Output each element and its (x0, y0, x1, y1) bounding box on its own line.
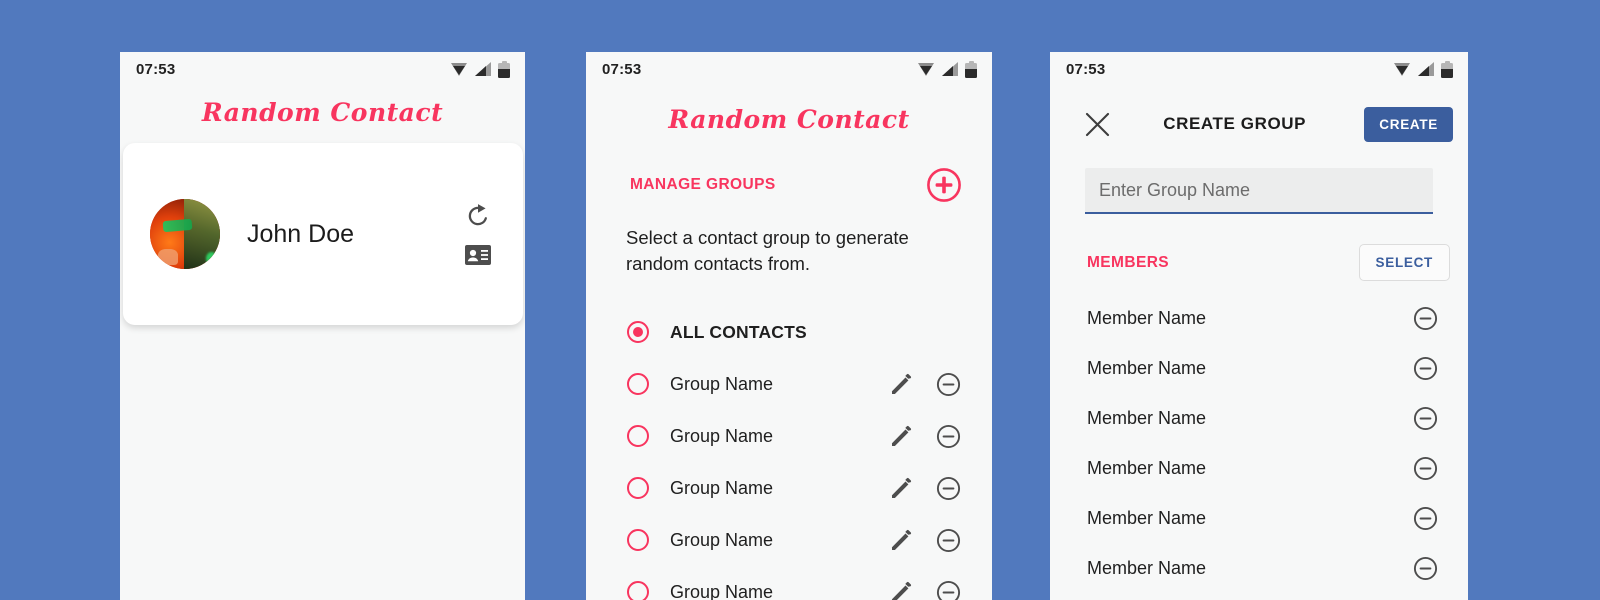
manage-groups-description: Select a contact group to generate rando… (626, 227, 909, 274)
status-time: 07:53 (602, 60, 642, 78)
member-name: Member Name (1087, 507, 1207, 528)
contact-name: John Doe (247, 219, 355, 248)
radio-button[interactable] (627, 529, 649, 552)
group-row-actions (889, 372, 961, 397)
refresh-icon[interactable] (465, 203, 491, 229)
phone-screen-create-group: 07:53 CREATE GROUP CREATE MEMBERS (1050, 52, 1468, 600)
phone-screen-manage-groups: 07:53 Random Contact MANAGE GROUPS Selec… (586, 52, 992, 600)
member-row[interactable]: Member Name (1050, 343, 1468, 393)
member-row[interactable]: Member Name (1050, 493, 1468, 543)
cell-signal-icon (1418, 62, 1434, 76)
app-brand-title: Random Contact (668, 105, 910, 134)
remove-circle-icon[interactable] (1413, 556, 1438, 581)
edit-pencil-icon[interactable] (889, 372, 914, 397)
remove-circle-icon[interactable] (936, 476, 961, 501)
group-row-actions (889, 424, 961, 449)
contact-card: John Doe (123, 143, 523, 325)
member-name: Member Name (1087, 307, 1207, 328)
group-row[interactable]: Group Name (586, 462, 992, 514)
group-name-input[interactable] (1085, 168, 1433, 214)
member-name: Member Name (1087, 407, 1207, 428)
page-title: CREATE GROUP (1163, 114, 1307, 133)
status-bar: 07:53 (586, 52, 992, 86)
status-icon-group (451, 60, 510, 78)
remove-circle-icon[interactable] (936, 580, 961, 600)
create-group-header: CREATE GROUP CREATE (1050, 100, 1468, 148)
members-header: MEMBERS SELECT (1050, 244, 1468, 281)
member-name: Member Name (1087, 357, 1207, 378)
status-bar: 07:53 (120, 52, 525, 86)
edit-pencil-icon[interactable] (889, 476, 914, 501)
group-label: Group Name (670, 373, 774, 394)
cell-signal-icon (475, 62, 491, 76)
radio-button[interactable] (627, 425, 649, 448)
group-row[interactable]: Group Name (586, 514, 992, 566)
member-name: Member Name (1087, 557, 1207, 578)
group-row[interactable]: Group Name (586, 358, 992, 410)
edit-pencil-icon[interactable] (889, 528, 914, 553)
app-brand-title: Random Contact (201, 98, 444, 127)
wifi-icon (918, 62, 935, 76)
status-time: 07:53 (136, 60, 176, 78)
remove-circle-icon[interactable] (1413, 356, 1438, 381)
radio-button[interactable] (627, 373, 649, 396)
remove-circle-icon[interactable] (1413, 456, 1438, 481)
group-name-field-wrapper (1085, 168, 1433, 214)
battery-icon (498, 60, 510, 78)
members-label: MEMBERS (1087, 253, 1170, 271)
status-time: 07:53 (1066, 60, 1106, 78)
screenshot-stage: 07:53 Random Contact John Doe 07:53 Rand… (0, 0, 1600, 600)
edit-pencil-icon[interactable] (889, 424, 914, 449)
contact-card-actions (465, 203, 491, 265)
remove-circle-icon[interactable] (1413, 306, 1438, 331)
group-label: Group Name (670, 477, 774, 498)
remove-circle-icon[interactable] (1413, 506, 1438, 531)
group-row-actions (889, 528, 961, 553)
select-button[interactable]: SELECT (1358, 244, 1450, 281)
remove-circle-icon[interactable] (936, 528, 961, 553)
manage-groups-label: MANAGE GROUPS (630, 176, 776, 193)
battery-icon (1441, 60, 1453, 78)
create-button[interactable]: CREATE (1364, 106, 1453, 142)
battery-icon (965, 60, 977, 78)
group-label: Group Name (670, 529, 774, 550)
wifi-icon (451, 62, 468, 76)
manage-groups-header: MANAGE GROUPS (586, 167, 992, 203)
radio-button[interactable] (627, 321, 649, 344)
member-row[interactable]: Member Name (1050, 443, 1468, 493)
group-label: Group Name (670, 425, 774, 446)
radio-button[interactable] (627, 477, 649, 500)
group-row-actions (889, 580, 961, 600)
contact-avatar[interactable] (150, 199, 220, 269)
remove-circle-icon[interactable] (936, 424, 961, 449)
status-bar: 07:53 (1050, 52, 1468, 86)
radio-button[interactable] (627, 581, 649, 600)
group-row[interactable]: Group Name (586, 410, 992, 462)
phone-screen-contact: 07:53 Random Contact John Doe (120, 52, 525, 600)
cell-signal-icon (942, 62, 958, 76)
group-row[interactable]: Group Name (586, 566, 992, 600)
status-icon-group (1394, 60, 1453, 78)
member-name: Member Name (1087, 457, 1207, 478)
member-row[interactable]: Member Name (1050, 543, 1468, 593)
status-icon-group (918, 60, 977, 78)
member-list: Member Name Member Name Member Name Memb… (1050, 293, 1468, 593)
group-row-actions (889, 476, 961, 501)
member-row[interactable]: Member Name (1050, 393, 1468, 443)
plus-circle-icon[interactable] (926, 167, 962, 203)
group-label: Group Name (670, 581, 774, 600)
remove-circle-icon[interactable] (1413, 406, 1438, 431)
member-row[interactable]: Member Name (1050, 293, 1468, 343)
contact-card-icon[interactable] (465, 245, 491, 265)
group-row-all-contacts[interactable]: ALL CONTACTS (586, 306, 992, 358)
group-list: ALL CONTACTS Group Name Group Name Group… (586, 306, 992, 600)
wifi-icon (1394, 62, 1411, 76)
edit-pencil-icon[interactable] (889, 580, 914, 600)
remove-circle-icon[interactable] (936, 372, 961, 397)
group-label: ALL CONTACTS (670, 321, 807, 342)
